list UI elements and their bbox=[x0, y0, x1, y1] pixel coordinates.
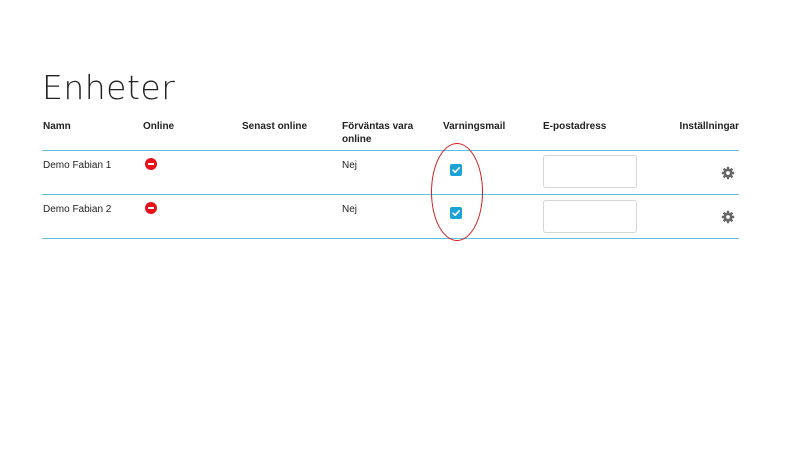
warning-mail-checkbox[interactable] bbox=[450, 164, 462, 176]
table-row: Demo Fabian 1 Nej bbox=[42, 151, 739, 195]
devices-table: Namn Online Senast online Förväntas vara… bbox=[42, 120, 739, 239]
minus-circle-icon bbox=[145, 158, 157, 170]
header-warning-mail: Varningsmail bbox=[443, 121, 506, 132]
device-name: Demo Fabian 2 bbox=[43, 204, 112, 215]
header-last-online: Senast online bbox=[242, 121, 308, 132]
header-name: Namn bbox=[43, 121, 71, 132]
settings-button[interactable] bbox=[721, 166, 735, 180]
email-input[interactable] bbox=[543, 200, 637, 233]
check-icon bbox=[452, 210, 460, 216]
email-input[interactable] bbox=[543, 155, 637, 188]
settings-button[interactable] bbox=[721, 210, 735, 224]
table-header: Namn Online Senast online Förväntas vara… bbox=[42, 120, 739, 151]
devices-page: Enheter Namn Online Senast online Förvän… bbox=[0, 0, 800, 450]
page-title: Enheter bbox=[42, 68, 176, 107]
header-email: E-postadress bbox=[543, 121, 607, 132]
header-online: Online bbox=[143, 121, 175, 132]
device-name: Demo Fabian 1 bbox=[43, 160, 112, 171]
expected-online-value: Nej bbox=[342, 204, 358, 215]
table-row: Demo Fabian 2 Nej bbox=[42, 195, 739, 239]
expected-online-value: Nej bbox=[342, 160, 358, 171]
header-expected-online: Förväntas vara online bbox=[342, 121, 414, 145]
header-settings: Inställningar bbox=[679, 121, 739, 132]
minus-circle-icon bbox=[145, 202, 157, 214]
warning-mail-checkbox[interactable] bbox=[450, 207, 462, 219]
gear-icon bbox=[721, 210, 735, 224]
gear-icon bbox=[721, 166, 735, 180]
check-icon bbox=[452, 167, 460, 173]
